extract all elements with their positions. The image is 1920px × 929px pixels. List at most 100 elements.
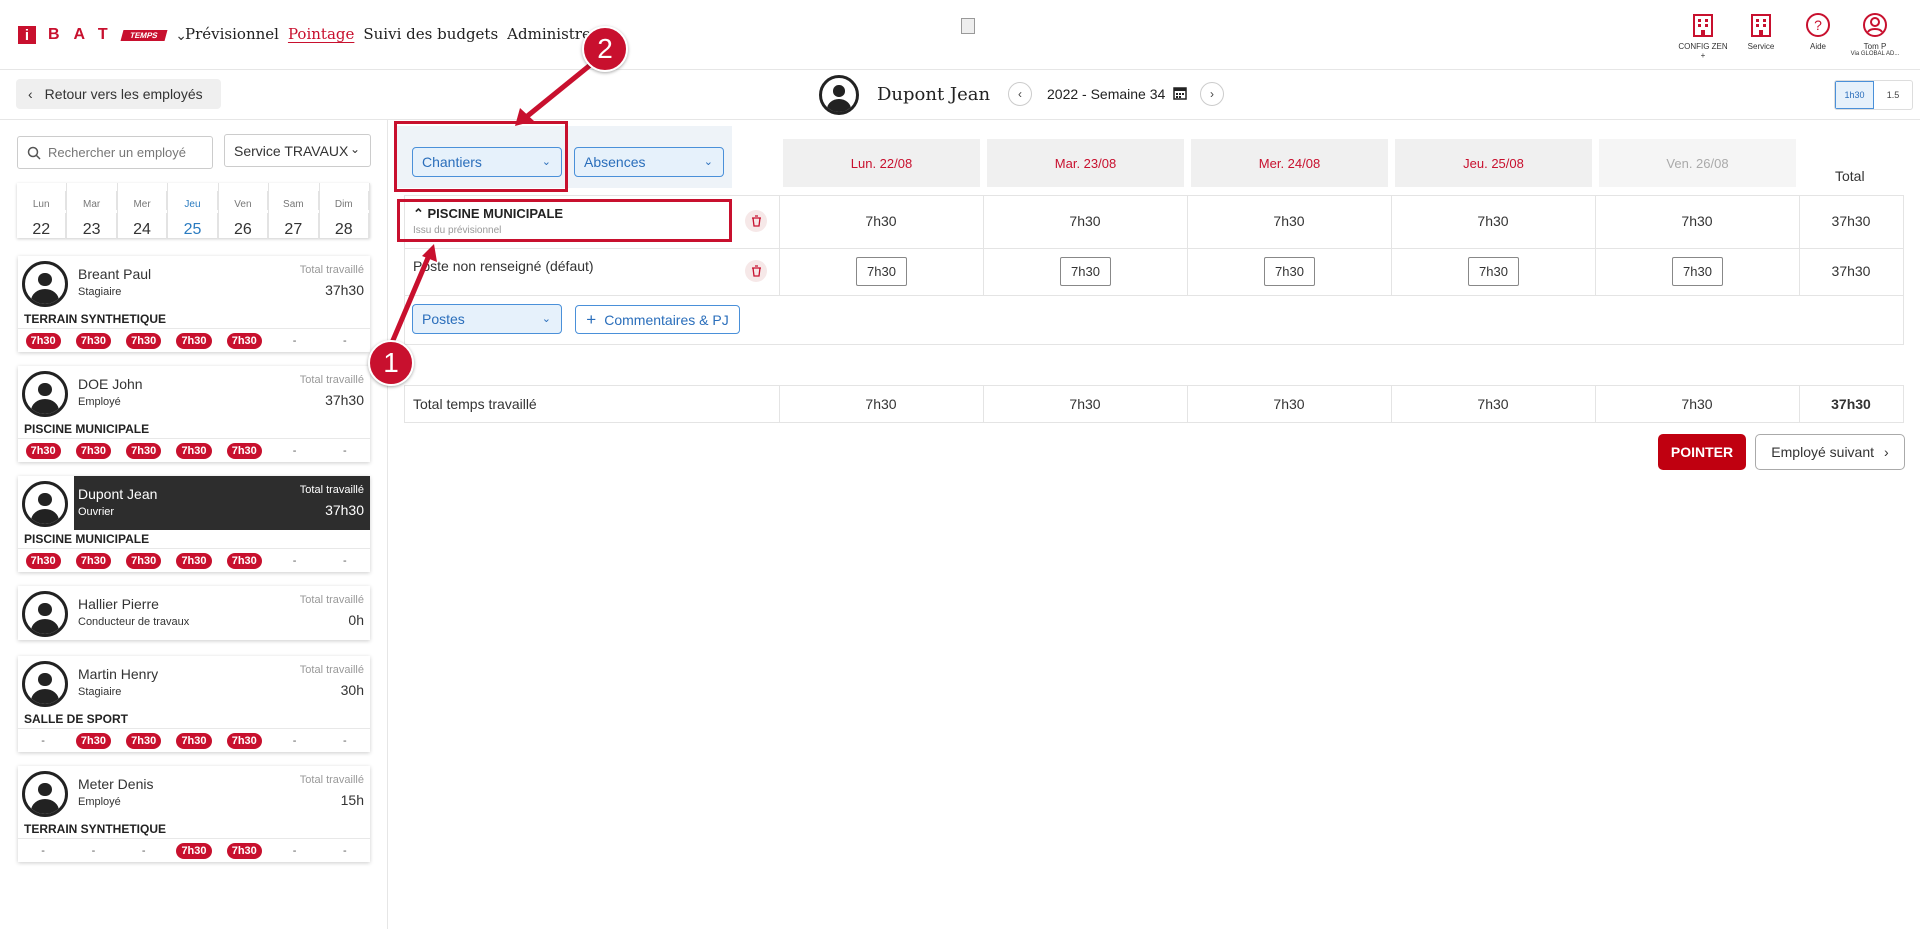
day-cell: 7h30 (169, 442, 219, 459)
hours-pill: 7h30 (226, 442, 262, 459)
delete-poste-button[interactable] (745, 260, 767, 282)
day-cell: 7h30 (119, 442, 169, 459)
help-button[interactable]: ? Aide (1788, 12, 1848, 51)
employee-card[interactable]: Martin Henry Stagiaire Total travaillé 30h S… (18, 656, 370, 752)
day-cell: 7h30 (219, 732, 269, 749)
week-label: 2022 - Semaine 34 (1047, 86, 1166, 102)
row-divider (404, 385, 1904, 386)
employee-total: 37h30 (325, 502, 364, 518)
delete-project-button[interactable] (745, 210, 767, 232)
employee-total: 15h (340, 792, 364, 808)
nav-previsionnel[interactable]: Prévisionnel (185, 25, 279, 43)
app-logo[interactable]: i BAT TEMPS ⌄ (18, 26, 187, 44)
day-cell: 7h30 (18, 332, 68, 349)
day-cell: - (320, 845, 370, 857)
day-thu[interactable]: Jeu 25 (168, 183, 219, 239)
nav-pointage[interactable]: Pointage (288, 25, 354, 43)
col-divider (1595, 195, 1596, 295)
poste-label: Poste non renseigné (défaut) (413, 258, 594, 274)
avatar (22, 771, 68, 817)
day-sun[interactable]: Dim 28 (320, 183, 370, 239)
hours-input-wed[interactable]: 7h30 (1264, 257, 1315, 286)
user-sub: Via GLOBAL AD... (1850, 51, 1900, 57)
comments-button[interactable]: + Commentaires & PJ (575, 305, 740, 334)
day-header-fri: Ven. 26/08 (1599, 139, 1796, 187)
pointer-button[interactable]: POINTER (1658, 434, 1746, 470)
employee-name: Meter Denis (78, 776, 154, 792)
total-label: Total travaillé (299, 774, 364, 786)
plus-icon: + (586, 309, 597, 329)
employee-card[interactable]: Hallier Pierre Conducteur de travaux Total… (18, 586, 370, 640)
employee-day-cells: 7h30 7h30 7h30 7h30 7h30 - - (18, 548, 370, 572)
empty-cell: - (292, 334, 297, 347)
hours-input-fri[interactable]: 7h30 (1672, 257, 1723, 286)
user-menu-button[interactable]: Tom P Via GLOBAL AD... (1845, 12, 1905, 57)
row-divider (404, 422, 1904, 423)
day-wed[interactable]: Mer 24 (118, 183, 169, 239)
day-header-tue: Mar. 23/08 (987, 139, 1184, 187)
total-label: Total travaillé (299, 594, 364, 606)
employee-card[interactable]: Meter Denis Employé Total travaillé 15h TERR… (18, 766, 370, 862)
employee-card[interactable]: DOE John Employé Total travaillé 37h30 PISCI… (18, 366, 370, 462)
chevron-down-icon: ⌄ (703, 156, 713, 168)
postes-dropdown[interactable]: Postes ⌄ (412, 304, 562, 334)
day-cell: 7h30 (68, 732, 118, 749)
col-divider (983, 195, 984, 295)
total-cell-mon: 7h30 (865, 396, 897, 412)
hours-input-thu[interactable]: 7h30 (1468, 257, 1519, 286)
hours-input-mon[interactable]: 7h30 (856, 257, 907, 286)
back-label: Retour vers les employés (44, 86, 203, 102)
employee-card-header: Hallier Pierre Conducteur de travaux Total… (18, 586, 370, 640)
total-header: Total (1835, 168, 1865, 184)
chevron-right-icon: › (1884, 444, 1889, 460)
config-zen-button[interactable]: CONFIG ZEN + (1673, 12, 1733, 60)
hours-pill: 7h30 (126, 332, 162, 349)
hours-pill: 7h30 (226, 842, 262, 859)
service-button[interactable]: Service (1731, 12, 1791, 51)
day-cell: - (269, 335, 319, 347)
day-name: Sam (269, 191, 319, 210)
next-employee-button[interactable]: Employé suivant › (1755, 434, 1905, 470)
day-name: Lun (17, 191, 67, 210)
employee-day-cells: 7h30 7h30 7h30 7h30 7h30 - - (18, 438, 370, 462)
col-divider (404, 385, 405, 423)
day-cell: - (269, 555, 319, 567)
calendar-icon[interactable] (1173, 86, 1187, 100)
next-employee-label: Employé suivant (1771, 444, 1875, 460)
day-cell: 7h30 (219, 442, 269, 459)
employee-card[interactable]: Dupont Jean Ouvrier Total travaillé 37h30 PI… (18, 476, 370, 572)
day-cell: - (320, 445, 370, 457)
total-label: Total travaillé (299, 484, 364, 496)
search-input[interactable]: Rechercher un employé (17, 136, 213, 169)
total-cell-fri: 7h30 (1681, 396, 1713, 412)
employee-name: Breant Paul (78, 266, 152, 282)
prev-week-button[interactable]: ‹ (1008, 82, 1032, 106)
back-button[interactable]: ‹ Retour vers les employés (16, 79, 221, 109)
day-mon[interactable]: Lun 22 (17, 183, 68, 239)
next-week-button[interactable]: › (1200, 82, 1224, 106)
day-sat[interactable]: Sam 27 (269, 183, 320, 239)
format-decimal-option[interactable]: 1.5 (1874, 81, 1912, 109)
day-fri[interactable]: Ven 26 (219, 183, 270, 239)
absences-dropdown[interactable]: Absences ⌄ (574, 147, 724, 177)
empty-cell: - (342, 734, 347, 747)
service-select[interactable]: Service TRAVAUX ⌄ (224, 134, 371, 167)
hours-pill: 7h30 (176, 552, 212, 569)
empty-cell: - (342, 334, 347, 347)
total-label: Total travaillé (299, 374, 364, 386)
help-label: Aide (1809, 42, 1826, 51)
day-tue[interactable]: Mar 23 (67, 183, 118, 239)
day-number: 22 (17, 213, 67, 239)
logo-bat: BAT (48, 26, 122, 43)
employee-card[interactable]: Breant Paul Stagiaire Total travaillé 37h30… (18, 256, 370, 352)
col-divider (1903, 195, 1904, 345)
highlight-box-project (397, 199, 732, 242)
day-name: Mar (67, 191, 117, 210)
hours-input-tue[interactable]: 7h30 (1060, 257, 1111, 286)
nav-suivi-budgets[interactable]: Suivi des budgets (363, 25, 498, 43)
trash-icon (751, 265, 761, 277)
employee-name: DOE John (78, 376, 143, 392)
format-hours-option[interactable]: 1h30 (1835, 81, 1874, 109)
broken-image-icon (961, 18, 975, 34)
day-cell: 7h30 (68, 332, 118, 349)
